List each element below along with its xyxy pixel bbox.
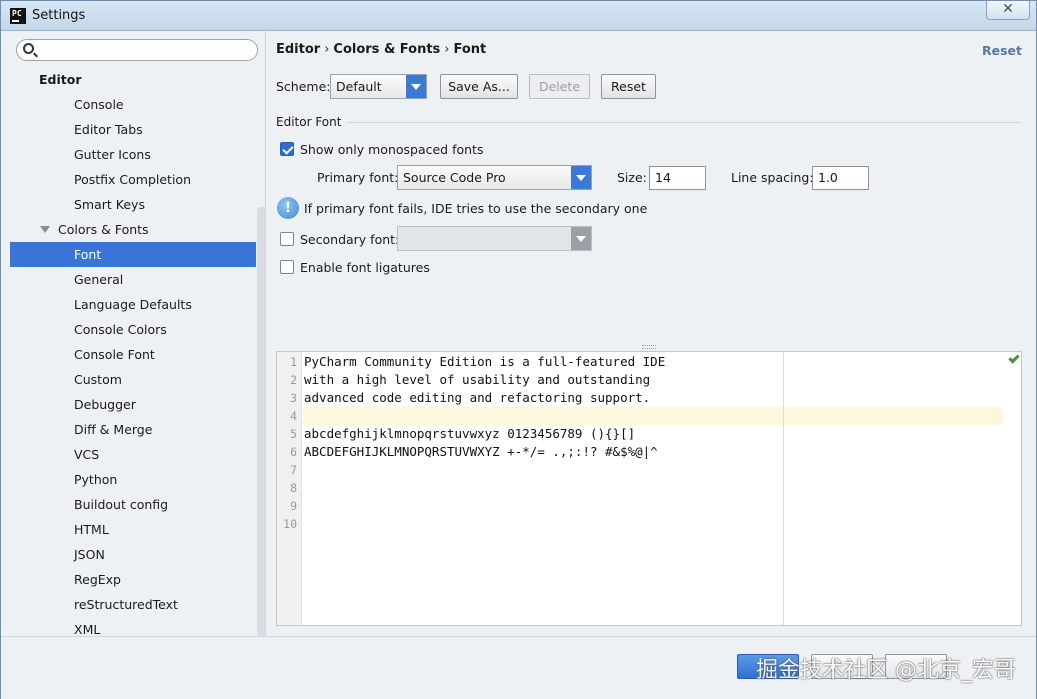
line-number: 9 xyxy=(290,499,297,513)
code-line: PyCharm Community Edition is a full-feat… xyxy=(304,354,666,369)
tree-item[interactable]: Editor Tabs xyxy=(10,117,256,142)
breadcrumb-item: Editor xyxy=(276,42,321,57)
current-line-highlight xyxy=(303,407,1003,425)
size-label: Size: xyxy=(617,170,647,185)
tree-item[interactable]: Debugger xyxy=(10,392,256,417)
tree-item[interactable]: JSON xyxy=(10,542,256,567)
tree-item[interactable]: RegExp xyxy=(10,567,256,592)
expand-arrow-icon[interactable] xyxy=(40,226,50,233)
primary-font-label: Primary font: xyxy=(317,170,399,185)
search-input[interactable] xyxy=(16,39,258,61)
code-line: with a high level of usability and outst… xyxy=(304,372,651,387)
breadcrumb-separator: › xyxy=(444,42,450,57)
splitter-grip[interactable] xyxy=(642,345,656,349)
search-icon xyxy=(23,43,34,54)
tree-item[interactable]: reStructuredText xyxy=(10,592,256,617)
breadcrumb: Editor › Colors & Fonts › Font xyxy=(276,42,486,57)
watermark-text: 掘金技术社区 @北京_宏哥 xyxy=(756,658,1016,683)
line-number: 5 xyxy=(290,427,297,441)
sidebar-scrollbar[interactable] xyxy=(257,207,265,636)
info-icon: ! xyxy=(277,197,299,219)
right-margin-guide xyxy=(783,352,784,625)
tree-item[interactable]: Custom xyxy=(10,367,256,392)
title-bar: PC Settings ✕ xyxy=(1,1,1036,31)
breadcrumb-separator: › xyxy=(324,42,330,57)
section-title-editor-font: Editor Font xyxy=(276,115,342,129)
tree-item[interactable]: Postfix Completion xyxy=(10,167,256,192)
monospaced-only-checkbox[interactable] xyxy=(280,142,294,156)
code-line: abcdefghijklmnopqrstuvwxyz 0123456789 ()… xyxy=(304,426,636,441)
tree-item[interactable]: Buildout config xyxy=(10,492,256,517)
font-settings-panel: Editor › Colors & Fonts › Font Reset Scheme:… xyxy=(267,31,1036,636)
scheme-dropdown[interactable]: Default xyxy=(330,74,427,99)
font-ligatures-label: Enable font ligatures xyxy=(300,260,430,275)
tree-item[interactable]: Language Defaults xyxy=(10,292,256,317)
line-number: 6 xyxy=(290,445,297,459)
tree-item[interactable]: Console xyxy=(10,92,256,117)
tree-item[interactable]: Smart Keys xyxy=(10,192,256,217)
chevron-down-icon xyxy=(571,227,591,250)
reset-link[interactable]: Reset xyxy=(982,43,1022,58)
tree-item[interactable]: Console Font xyxy=(10,342,256,367)
tree-item[interactable]: XML xyxy=(10,617,256,636)
settings-sidebar: Editor Console Editor Tabs Gutter Icons … xyxy=(10,31,266,636)
font-ligatures-checkbox[interactable] xyxy=(280,260,294,274)
pycharm-app-icon: PC xyxy=(10,8,26,24)
tree-group-label: Colors & Fonts xyxy=(58,222,149,237)
secondary-font-label: Secondary font: xyxy=(300,232,400,247)
save-as-button[interactable]: Save As... xyxy=(440,74,518,99)
settings-window: PC Settings ✕ Editor Console Editor Tabs… xyxy=(0,0,1037,699)
code-line: advanced code editing and refactoring su… xyxy=(304,390,651,405)
monospaced-only-label: Show only monospaced fonts xyxy=(300,142,484,157)
line-number: 2 xyxy=(290,373,297,387)
reset-button[interactable]: Reset xyxy=(601,74,656,99)
tree-item[interactable]: Diff & Merge xyxy=(10,417,256,442)
close-button[interactable]: ✕ xyxy=(986,1,1030,20)
window-title: Settings xyxy=(32,8,86,23)
secondary-font-checkbox[interactable] xyxy=(280,232,294,246)
scheme-value: Default xyxy=(336,79,382,94)
primary-font-dropdown[interactable]: Source Code Pro xyxy=(397,165,592,190)
tree-item[interactable]: VCS xyxy=(10,442,256,467)
primary-font-value: Source Code Pro xyxy=(403,170,506,185)
chevron-down-icon xyxy=(571,166,591,189)
tree-group-editor[interactable]: Editor xyxy=(10,67,256,92)
code-line: ABCDEFGHIJKLMNOPQRSTUVWXYZ +-*/= .,;:!? … xyxy=(304,444,658,459)
tree-group-colors-fonts[interactable]: Colors & Fonts xyxy=(10,217,256,242)
line-number: 1 xyxy=(290,355,297,369)
inspection-ok-icon xyxy=(1008,352,1020,364)
line-spacing-label: Line spacing: xyxy=(731,170,814,185)
secondary-font-dropdown[interactable] xyxy=(397,226,592,251)
tree-item[interactable]: Python xyxy=(10,467,256,492)
line-number: 3 xyxy=(290,391,297,405)
tree-item[interactable]: HTML xyxy=(10,517,256,542)
line-spacing-field[interactable]: 1.0 xyxy=(812,166,869,190)
font-preview-editor[interactable]: 1 2 3 4 5 6 7 8 9 10 PyCharm Community E… xyxy=(276,351,1022,626)
dialog-button-bar: 掘金技术社区 @北京_宏哥 xyxy=(1,636,1036,699)
tree-item[interactable]: Console Colors xyxy=(10,317,256,342)
scheme-label: Scheme: xyxy=(276,79,331,94)
line-number: 7 xyxy=(290,463,297,477)
info-text: If primary font fails, IDE tries to use … xyxy=(304,201,648,216)
tree-item[interactable]: Gutter Icons xyxy=(10,142,256,167)
breadcrumb-item: Colors & Fonts xyxy=(333,42,441,57)
tree-item[interactable]: General xyxy=(10,267,256,292)
line-number-gutter: 1 2 3 4 5 6 7 8 9 10 xyxy=(277,352,302,625)
line-number: 8 xyxy=(290,481,297,495)
section-divider xyxy=(347,122,1021,123)
tree-item-font-selected[interactable]: Font xyxy=(10,242,256,267)
settings-tree: Editor Console Editor Tabs Gutter Icons … xyxy=(10,67,256,636)
line-number: 4 xyxy=(290,409,297,423)
chevron-down-icon xyxy=(406,75,426,98)
delete-button[interactable]: Delete xyxy=(529,74,590,99)
breadcrumb-item: Font xyxy=(453,42,487,57)
line-number: 10 xyxy=(283,517,297,531)
size-field[interactable]: 14 xyxy=(649,166,706,190)
